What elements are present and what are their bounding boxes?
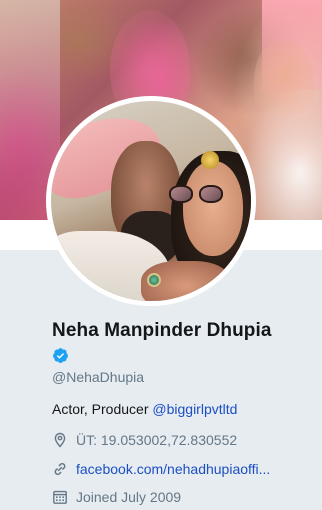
header-blur-shape (254, 40, 314, 130)
join-date-text: Joined July 2009 (76, 489, 182, 505)
profile-handle: @NehaDhupia (52, 369, 145, 385)
profile-bio: Actor, Producer @biggirlpvtltd (52, 401, 237, 417)
location-text: ÜT: 19.053002,72.830552 (76, 432, 238, 448)
photo-shape (147, 273, 161, 287)
profile-website[interactable]: facebook.com/nehadhupiaoffi... (52, 461, 270, 477)
bio-text: Actor, Producer (52, 401, 153, 417)
website-link[interactable]: facebook.com/nehadhupiaoffi... (76, 461, 270, 477)
avatar-photo (51, 101, 251, 301)
verified-badge-icon (53, 348, 68, 363)
profile-avatar[interactable] (46, 96, 256, 306)
photo-shape (201, 151, 219, 169)
profile-join-date: Joined July 2009 (52, 489, 181, 505)
photo-shape (169, 185, 227, 207)
link-icon (54, 462, 66, 476)
profile-page: Neha Manpinder Dhupia @NehaDhupia Actor,… (0, 0, 322, 510)
location-pin-icon (54, 432, 66, 448)
photo-shape (183, 161, 243, 256)
profile-location: ÜT: 19.053002,72.830552 (52, 432, 237, 448)
profile-name: Neha Manpinder Dhupia (52, 320, 272, 341)
calendar-icon (53, 490, 67, 504)
bio-mention-link[interactable]: @biggirlpvtltd (152, 401, 237, 417)
